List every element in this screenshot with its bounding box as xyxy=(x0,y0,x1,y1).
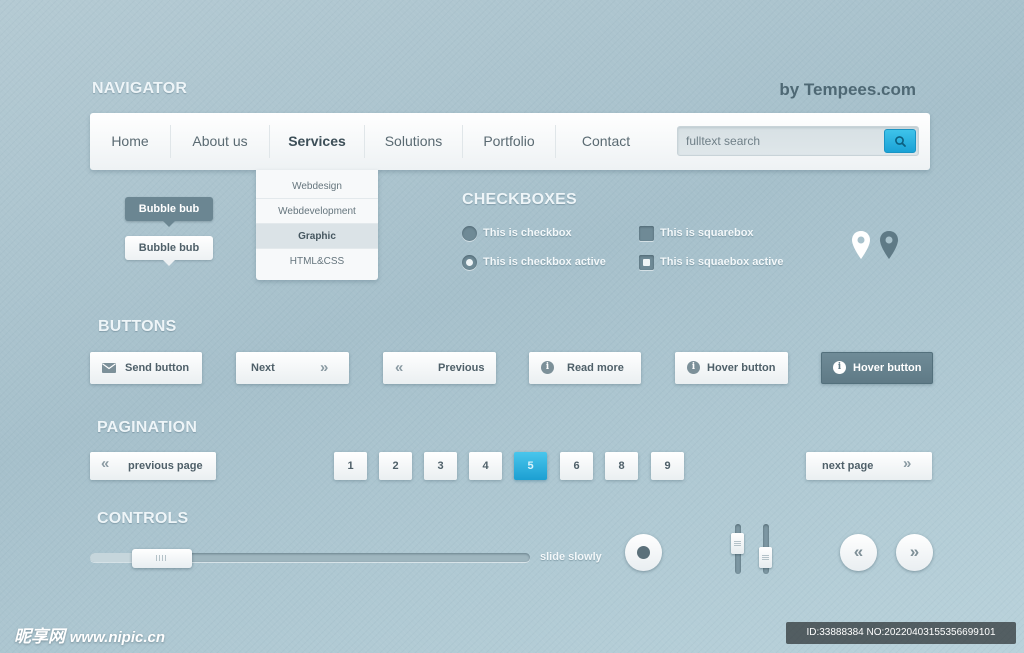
next-page-button[interactable]: next page » xyxy=(806,452,932,480)
info-icon: i xyxy=(687,361,700,374)
square-indicator xyxy=(639,226,654,241)
search-button[interactable] xyxy=(884,129,916,153)
navigator-title: NAVIGATOR xyxy=(92,80,188,97)
nav-item-services[interactable]: Services xyxy=(270,125,365,158)
double-chevron-left-icon: « xyxy=(395,359,403,376)
checkbox-round[interactable]: This is checkbox xyxy=(462,226,612,242)
dropdown-item-html-css[interactable]: HTML&CSS xyxy=(256,249,378,274)
checkbox-label: This is squarebox xyxy=(660,227,754,239)
search-icon xyxy=(895,136,906,147)
dropdown-item-webdesign[interactable]: Webdesign xyxy=(256,174,378,199)
brand-credit: by Tempees.com xyxy=(779,80,916,99)
nav-item-label: Services xyxy=(288,133,346,149)
radio-indicator xyxy=(462,226,477,241)
page-button-9[interactable]: 9 xyxy=(651,452,684,480)
page-button-3[interactable]: 3 xyxy=(424,452,457,480)
nav-item-portfolio[interactable]: Portfolio xyxy=(463,125,556,158)
services-dropdown: Webdesign Webdevelopment Graphic HTML&CS… xyxy=(256,170,378,280)
checkbox-label: This is checkbox active xyxy=(483,256,606,268)
search-input[interactable] xyxy=(686,130,876,152)
vertical-slider-handle[interactable] xyxy=(731,532,744,554)
buttons-title: BUTTONS xyxy=(98,318,177,335)
double-chevron-right-icon: » xyxy=(320,359,328,376)
read-more-button[interactable]: i Read more xyxy=(529,352,641,384)
page-button-6[interactable]: 6 xyxy=(560,452,593,480)
envelope-icon xyxy=(102,363,116,373)
hover-button[interactable]: i Hover button xyxy=(675,352,788,384)
vertical-slider-handle[interactable] xyxy=(759,547,772,569)
grip-icon xyxy=(762,555,769,561)
grip-icon xyxy=(734,540,741,546)
map-pin-dark-icon xyxy=(880,231,898,259)
checkbox-label: This is squaebox active xyxy=(660,256,784,268)
hover-button-active[interactable]: i Hover button xyxy=(821,352,933,384)
square-indicator xyxy=(639,255,654,270)
double-chevron-right-icon: » xyxy=(903,455,911,472)
nav-item-label: Solutions xyxy=(384,133,443,149)
nav-item-label: Portfolio xyxy=(483,133,535,149)
rewind-button[interactable]: « xyxy=(840,534,877,571)
navbar: Home About us Services Solutions Portfol… xyxy=(90,113,930,170)
nav-item-contact[interactable]: Contact xyxy=(556,125,656,158)
map-pin-icon xyxy=(852,231,870,259)
nav-item-home[interactable]: Home xyxy=(90,125,171,158)
button-label: previous page xyxy=(128,460,203,472)
next-button[interactable]: Next » xyxy=(236,352,349,384)
button-label: Hover button xyxy=(707,362,776,374)
bubble-light: Bubble bub xyxy=(125,236,213,266)
watermark-id: ID:33888384 NO:20220403155356699101 xyxy=(786,622,1016,644)
dropdown-item-graphic[interactable]: Graphic xyxy=(256,224,378,249)
controls-title: CONTROLS xyxy=(97,510,189,527)
checkbox-square-active[interactable]: This is squaebox active xyxy=(639,255,799,271)
dropdown-item-webdevelopment[interactable]: Webdevelopment xyxy=(256,199,378,224)
info-icon: i xyxy=(541,361,554,374)
page-button-4[interactable]: 4 xyxy=(469,452,502,480)
double-chevron-right-icon: » xyxy=(909,542,920,561)
vertical-slider-2[interactable] xyxy=(759,524,772,574)
button-label: Next xyxy=(251,362,275,374)
forward-button[interactable]: » xyxy=(896,534,933,571)
grip-icon xyxy=(156,555,168,561)
nav-item-about-us[interactable]: About us xyxy=(171,125,270,158)
double-chevron-left-icon: « xyxy=(853,542,864,561)
nav-item-solutions[interactable]: Solutions xyxy=(365,125,463,158)
double-chevron-left-icon: « xyxy=(101,455,109,472)
slider-label: slide slowly xyxy=(540,551,602,563)
page-button-1[interactable]: 1 xyxy=(334,452,367,480)
nav-item-label: About us xyxy=(192,133,248,149)
slider-handle[interactable] xyxy=(132,549,192,568)
vertical-slider-1[interactable] xyxy=(731,524,744,574)
previous-button[interactable]: « Previous xyxy=(383,352,496,384)
watermark-url: www.nipic.cn xyxy=(69,629,166,646)
info-icon: i xyxy=(833,361,846,374)
search-box xyxy=(677,126,919,156)
button-label: Read more xyxy=(567,362,624,374)
page-button-5-current[interactable]: 5 xyxy=(514,452,547,480)
send-button[interactable]: Send button xyxy=(90,352,202,384)
pagination-title: PAGINATION xyxy=(97,419,198,436)
button-label: Hover button xyxy=(853,362,922,374)
round-knob[interactable] xyxy=(625,534,662,571)
watermark-cn: 昵享网 xyxy=(14,627,65,646)
nav-item-label: Contact xyxy=(581,133,631,149)
knob-dot xyxy=(637,546,650,559)
previous-page-button[interactable]: « previous page xyxy=(90,452,216,480)
radio-indicator xyxy=(462,255,477,270)
watermark-left: 昵享网 www.nipic.cn xyxy=(14,622,165,647)
checkbox-label: This is checkbox xyxy=(483,227,572,239)
checkboxes-title: CHECKBOXES xyxy=(462,191,577,208)
nav-item-label: Home xyxy=(111,133,149,149)
checkbox-round-active[interactable]: This is checkbox active xyxy=(462,255,622,271)
page-button-2[interactable]: 2 xyxy=(379,452,412,480)
page-button-8[interactable]: 8 xyxy=(605,452,638,480)
button-label: Send button xyxy=(125,362,190,374)
checkbox-square[interactable]: This is squarebox xyxy=(639,226,779,242)
button-label: next page xyxy=(822,460,874,472)
bubble-dark: Bubble bub xyxy=(125,197,213,227)
button-label: Previous xyxy=(438,362,485,374)
